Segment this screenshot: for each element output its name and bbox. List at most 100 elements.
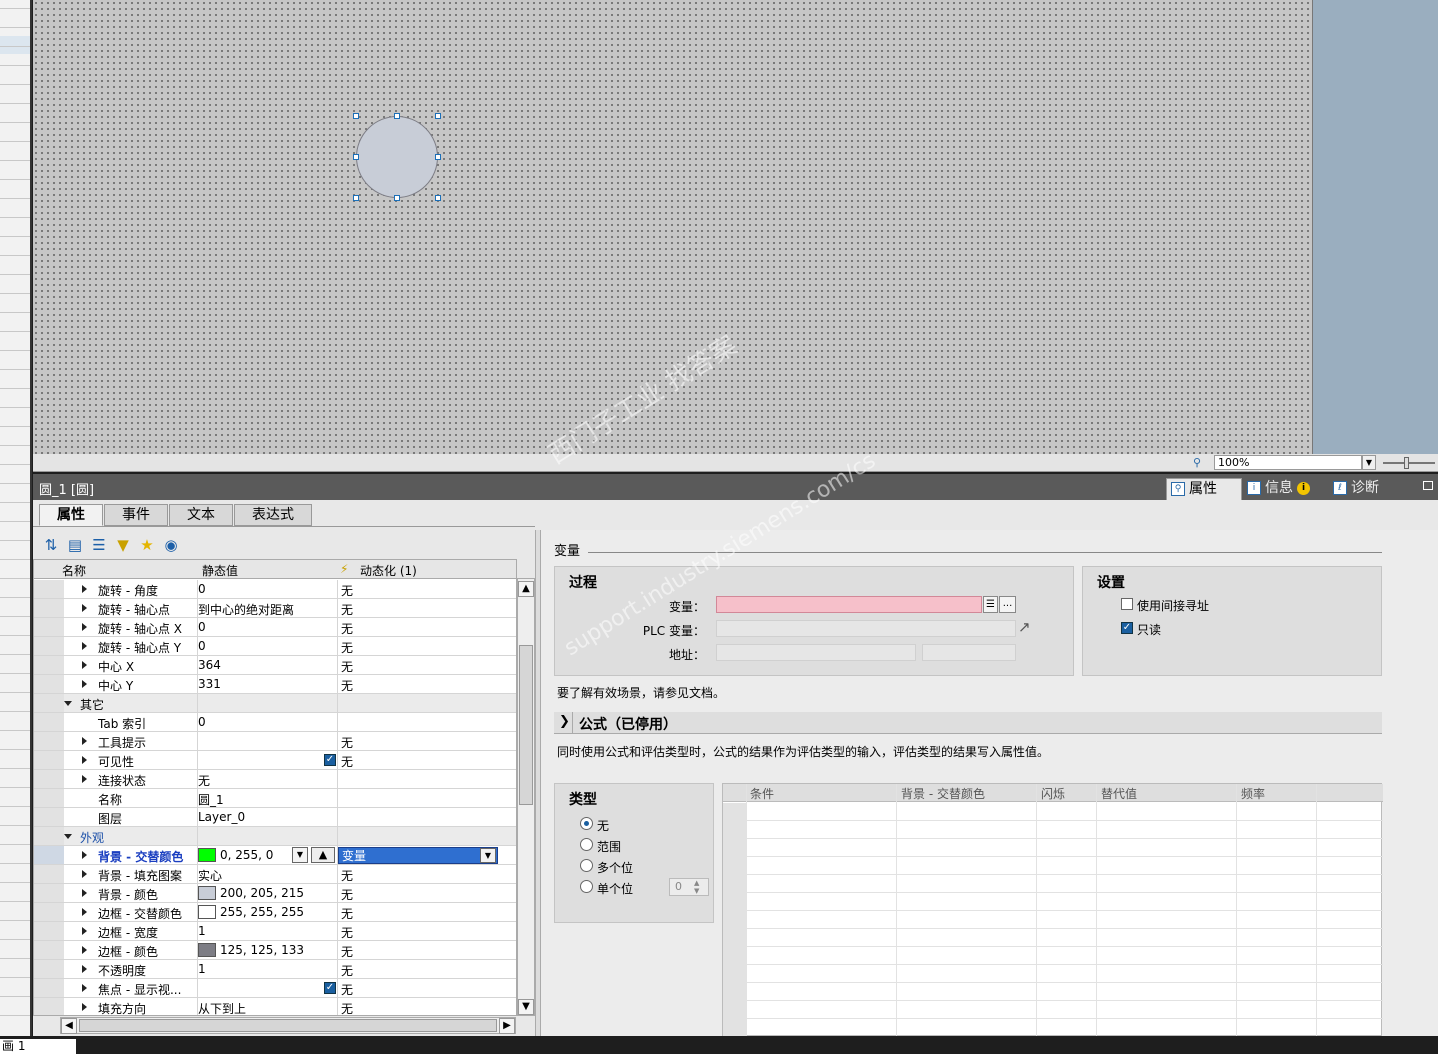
screen-editor-canvas[interactable] xyxy=(33,0,1313,454)
color-swatch[interactable] xyxy=(198,904,216,919)
list-view-icon[interactable]: ☰ xyxy=(90,536,108,554)
tag-list-icon[interactable]: ☰ xyxy=(983,596,998,613)
expand-arrow-icon[interactable] xyxy=(82,927,87,935)
table-row[interactable]: 焦点 - 显示视... ✓ 无 xyxy=(34,979,516,998)
table-row[interactable] xyxy=(723,947,1383,965)
dropdown-arrow-icon[interactable]: ▼ xyxy=(480,848,496,863)
tag-input[interactable] xyxy=(716,596,982,613)
zoom-input[interactable]: 100% xyxy=(1214,455,1362,470)
paint-bucket-icon[interactable]: ▲ xyxy=(311,847,335,863)
color-swatch[interactable] xyxy=(198,847,216,862)
selection-handle[interactable] xyxy=(435,195,441,201)
expand-arrow-icon[interactable] xyxy=(82,604,87,612)
table-row[interactable]: 中心 X 364 无 xyxy=(34,656,516,675)
expand-arrow-icon[interactable] xyxy=(82,661,87,669)
expand-arrow-icon[interactable] xyxy=(82,775,87,783)
expand-arrow-icon[interactable] xyxy=(82,870,87,878)
table-row[interactable]: 边框 - 交替颜色 255, 255, 255 无 xyxy=(34,903,516,922)
selection-handle[interactable] xyxy=(353,154,359,160)
address-input[interactable] xyxy=(716,644,916,661)
group-row-appearance[interactable]: 外观 xyxy=(34,827,516,846)
expand-arrow-icon[interactable] xyxy=(82,908,87,916)
favorites-star-icon[interactable]: ★ xyxy=(138,536,156,554)
expand-arrow-icon[interactable] xyxy=(82,585,87,593)
eye-icon[interactable]: ◉ xyxy=(162,536,180,554)
selection-handle[interactable] xyxy=(353,113,359,119)
collapse-arrow-icon[interactable] xyxy=(64,701,72,706)
circle-object[interactable] xyxy=(356,116,438,198)
stepper-arrows-icon[interactable]: ▲ ▼ xyxy=(694,879,699,895)
scroll-up-icon[interactable]: ▲ xyxy=(518,581,534,597)
table-row[interactable]: 旋转 - 轴心点 Y0无 xyxy=(34,637,516,656)
zoom-dropdown-button[interactable]: ▼ xyxy=(1362,455,1376,470)
type-radio-range[interactable] xyxy=(580,838,593,851)
table-row[interactable] xyxy=(723,875,1383,893)
table-row[interactable] xyxy=(723,1019,1383,1037)
table-row[interactable] xyxy=(723,803,1383,821)
table-row[interactable] xyxy=(723,893,1383,911)
chevron-right-icon[interactable]: ❯ xyxy=(559,714,570,729)
zoom-slider-track[interactable] xyxy=(1383,462,1435,464)
table-row[interactable]: Tab 索引 0 xyxy=(34,713,516,732)
table-row[interactable]: 旋转 - 轴心点 到中心的绝对距离无 xyxy=(34,599,516,618)
grid-horizontal-scrollbar[interactable]: ◀ ▶ xyxy=(60,1017,516,1034)
table-row[interactable] xyxy=(723,857,1383,875)
left-panel-selected-row[interactable] xyxy=(0,36,30,54)
type-radio-none[interactable] xyxy=(580,817,593,830)
table-row[interactable]: 边框 - 颜色 125, 125, 133 无 xyxy=(34,941,516,960)
tab-diagnostics[interactable]: ℓ 诊断 xyxy=(1329,478,1405,500)
expand-arrow-icon[interactable] xyxy=(82,642,87,650)
tab-properties[interactable]: ⚲ 属性 xyxy=(1166,478,1242,500)
table-row-selected[interactable]: 背景 - 交替颜色 0, 255, 0 ▼ ▲ 变量 ▼ xyxy=(34,846,516,865)
readonly-checkbox[interactable]: ✓ xyxy=(1121,622,1133,634)
color-swatch[interactable] xyxy=(198,885,216,900)
scroll-thumb[interactable] xyxy=(519,645,533,805)
focus-checkbox[interactable]: ✓ xyxy=(324,982,336,994)
dynamic-type-select[interactable]: 变量 xyxy=(338,847,498,864)
selection-handle[interactable] xyxy=(394,195,400,201)
table-row[interactable]: 名称 圆_1 xyxy=(34,789,516,808)
screen-tab[interactable]: 画 1 xyxy=(0,1039,76,1054)
color-dropdown-button[interactable]: ▼ xyxy=(292,847,308,863)
expand-arrow-icon[interactable] xyxy=(82,946,87,954)
expand-arrow-icon[interactable] xyxy=(82,756,87,764)
table-row[interactable]: 连接状态无 xyxy=(34,770,516,789)
subtab-properties[interactable]: 属性 xyxy=(39,504,103,526)
table-row[interactable]: 可见性 ✓ 无 xyxy=(34,751,516,770)
address-type-input[interactable] xyxy=(922,644,1016,661)
expand-arrow-icon[interactable] xyxy=(82,889,87,897)
zoom-icon[interactable]: ⚲ xyxy=(1193,456,1207,470)
selection-handle[interactable] xyxy=(394,113,400,119)
expand-arrow-icon[interactable] xyxy=(82,1003,87,1011)
selection-handle[interactable] xyxy=(435,113,441,119)
table-row[interactable] xyxy=(723,821,1383,839)
expand-arrow-icon[interactable] xyxy=(82,737,87,745)
subtab-expressions[interactable]: 表达式 xyxy=(234,504,312,526)
table-row[interactable] xyxy=(723,983,1383,1001)
table-row[interactable] xyxy=(723,929,1383,947)
bit-number-stepper[interactable]: 0 xyxy=(669,878,709,896)
subtab-events[interactable]: 事件 xyxy=(104,504,168,526)
type-radio-singlebit[interactable] xyxy=(580,880,593,893)
expand-arrow-icon[interactable] xyxy=(82,984,87,992)
group-row-other[interactable]: 其它 xyxy=(34,694,516,713)
table-row[interactable] xyxy=(723,1001,1383,1019)
selection-handle[interactable] xyxy=(435,154,441,160)
indirect-addressing-checkbox[interactable] xyxy=(1121,598,1133,610)
filter-icon[interactable]: ▼ xyxy=(114,536,132,554)
expand-arrow-icon[interactable] xyxy=(82,851,87,859)
restore-window-icon[interactable] xyxy=(1423,481,1433,490)
goto-arrow-icon[interactable]: ↗ xyxy=(1018,618,1031,636)
zoom-slider-thumb[interactable] xyxy=(1404,457,1409,469)
grid-vertical-scrollbar[interactable]: ▲ ▼ xyxy=(517,578,535,1016)
scroll-down-icon[interactable]: ▼ xyxy=(518,999,534,1015)
table-row[interactable]: 中心 Y 331 无 xyxy=(34,675,516,694)
formula-section-header[interactable]: ❯ 公式（已停用） xyxy=(554,712,1382,734)
table-row[interactable]: 旋转 - 轴心点 X0无 xyxy=(34,618,516,637)
selection-handle[interactable] xyxy=(353,195,359,201)
table-row[interactable] xyxy=(723,839,1383,857)
expand-arrow-icon[interactable] xyxy=(82,680,87,688)
sort-az-icon[interactable]: ⇅ xyxy=(42,536,60,554)
table-row[interactable]: 填充方向 从下到上无 xyxy=(34,998,516,1015)
scroll-right-icon[interactable]: ▶ xyxy=(499,1018,515,1034)
